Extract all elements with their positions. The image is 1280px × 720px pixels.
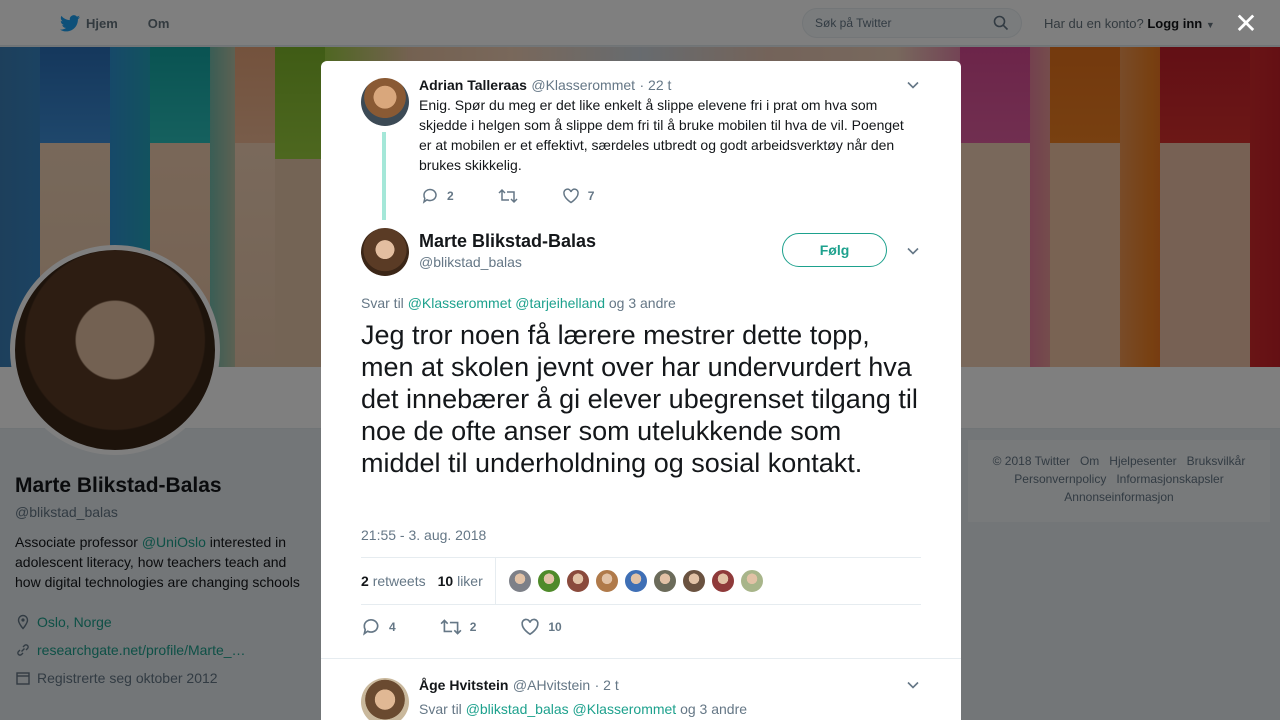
liker-avatar[interactable]	[565, 569, 590, 593]
thread-line	[382, 132, 386, 220]
heart-icon	[562, 188, 579, 204]
liker-avatar[interactable]	[507, 569, 532, 593]
next-tweet-time[interactable]: · 2 t	[595, 677, 619, 693]
next-tweet-header: Åge Hvitstein @AHvitstein · 2 t	[419, 677, 619, 695]
retweet-count: 2	[469, 620, 477, 634]
likes-count: 10	[437, 573, 454, 589]
liker-avatar[interactable]	[594, 569, 619, 593]
parent-tweet-name[interactable]: Adrian Talleraas	[419, 77, 527, 93]
reply-count: 2	[447, 189, 454, 203]
reply-mention-link[interactable]: @tarjeihelland	[515, 295, 605, 311]
parent-tweet-time[interactable]: · 22 t	[640, 77, 672, 93]
main-tweet-avatar[interactable]	[361, 228, 409, 276]
main-tweet-actions: 4 2 10	[361, 617, 606, 637]
main-tweet-handle[interactable]: @blikstad_balas	[419, 254, 522, 270]
retweets-count: 2	[361, 573, 369, 589]
liker-avatar[interactable]	[623, 569, 648, 593]
chevron-down-icon[interactable]	[906, 678, 920, 692]
reply-icon	[422, 188, 437, 204]
stats-divider	[494, 557, 496, 605]
reply-context: Svar til @Klasserommet @tarjeihelland og…	[361, 295, 676, 311]
close-icon[interactable]: ✕	[1232, 10, 1260, 38]
parent-tweet-header: Adrian Talleraas @Klasserommet · 22 t	[419, 77, 671, 95]
chevron-down-icon[interactable]	[906, 78, 920, 92]
retweets-label: retweets	[372, 573, 426, 589]
reply-prefix: Svar til	[361, 295, 404, 311]
liker-avatar[interactable]	[710, 569, 735, 593]
retweet-button[interactable]: 2	[440, 617, 477, 637]
retweets-stat[interactable]: 2 retweets	[361, 573, 426, 589]
next-tweet-name[interactable]: Åge Hvitstein	[419, 677, 508, 693]
divider	[321, 658, 961, 659]
next-tweet-handle[interactable]: @AHvitstein	[513, 677, 590, 693]
likers-avatars	[507, 569, 769, 593]
reply-icon	[363, 618, 379, 636]
reply-count: 4	[389, 620, 396, 634]
liker-avatar[interactable]	[652, 569, 677, 593]
like-count: 10	[548, 620, 562, 634]
reply-button[interactable]: 2	[421, 187, 454, 205]
retweet-button[interactable]	[498, 187, 518, 205]
like-button[interactable]: 10	[520, 617, 562, 637]
reply-others[interactable]: og 3 andre	[609, 295, 676, 311]
main-tweet-name[interactable]: Marte Blikstad-Balas	[419, 231, 596, 252]
parent-tweet-handle[interactable]: @Klasserommet	[531, 77, 635, 93]
like-button[interactable]: 7	[562, 187, 595, 205]
reply-mention-link[interactable]: @Klasserommet	[573, 701, 677, 717]
liker-avatar[interactable]	[681, 569, 706, 593]
likes-label: liker	[457, 573, 483, 589]
main-tweet-timestamp[interactable]: 21:55 - 3. aug. 2018	[361, 527, 486, 543]
retweet-icon	[440, 619, 462, 635]
next-reply-context: Svar til @blikstad_balas @Klasserommet o…	[419, 701, 747, 717]
likes-stat[interactable]: 10 liker	[438, 573, 483, 589]
reply-prefix: Svar til	[419, 701, 462, 717]
reply-others[interactable]: og 3 andre	[680, 701, 747, 717]
follow-button[interactable]: Følg	[782, 233, 887, 267]
parent-tweet-text: Enig. Spør du meg er det like enkelt å s…	[419, 97, 904, 173]
next-tweet-avatar[interactable]	[361, 678, 409, 720]
reply-button[interactable]: 4	[361, 617, 396, 637]
main-tweet-text: Jeg tror noen få lærere mestrer dette to…	[361, 320, 918, 478]
reply-mention-link[interactable]: @blikstad_balas	[466, 701, 569, 717]
tweet-stats: 2 retweets 10 liker	[361, 557, 921, 605]
liker-avatar[interactable]	[536, 569, 561, 593]
like-count: 7	[587, 189, 595, 203]
retweet-icon	[498, 188, 518, 204]
tweet-modal: Adrian Talleraas @Klasserommet · 22 t En…	[321, 61, 961, 720]
chevron-down-icon[interactable]	[906, 244, 920, 258]
parent-tweet-avatar[interactable]	[361, 78, 409, 126]
heart-icon	[521, 618, 540, 636]
parent-tweet-actions: 2 7	[421, 187, 638, 205]
reply-mention-link[interactable]: @Klasserommet	[408, 295, 512, 311]
liker-avatar[interactable]	[739, 569, 764, 593]
